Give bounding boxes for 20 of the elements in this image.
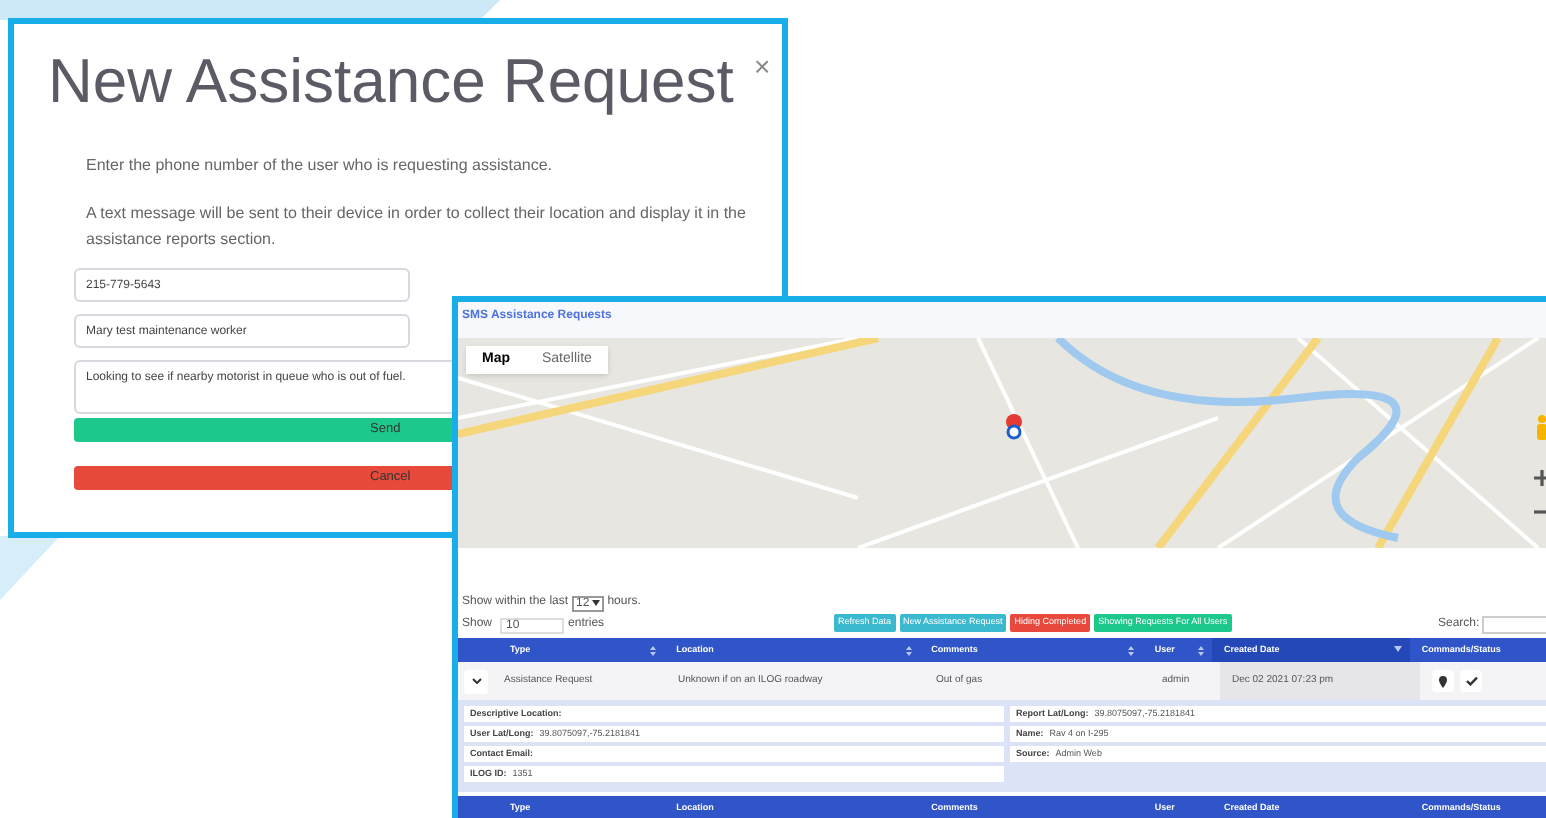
sort-icon[interactable]: [1197, 646, 1204, 656]
instruction-text: Enter the phone number of the user who is requesting assistance.: [86, 154, 555, 178]
map-pin-icon: [1438, 675, 1448, 687]
sort-icon[interactable]: [905, 646, 912, 656]
location-pin-icon: [1004, 414, 1024, 440]
zoom-in-icon[interactable]: [1532, 468, 1546, 488]
sort-icon[interactable]: [1128, 646, 1135, 656]
chevron-down-icon: [471, 678, 481, 684]
modal-title: New Assistance Request: [48, 50, 734, 112]
check-button[interactable]: [1460, 670, 1482, 692]
close-button[interactable]: ×: [754, 52, 771, 80]
search-field[interactable]: [1482, 616, 1546, 634]
caret-icon: [591, 600, 600, 606]
sort-icon[interactable]: [650, 646, 657, 656]
instruction-text: A text message will be sent to their device in order to collect their location and display it in the assistance reports section.: [86, 202, 746, 252]
background-corner-shape: [0, 536, 60, 600]
expand-toggle[interactable]: [464, 669, 488, 693]
check-icon: [1465, 676, 1477, 686]
map-pin-button[interactable]: [1432, 670, 1454, 692]
sort-descending-icon[interactable]: [1393, 646, 1402, 652]
